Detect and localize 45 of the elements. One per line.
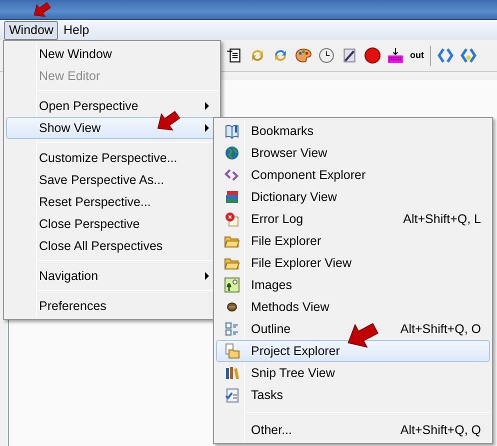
menu-item[interactable]: Snip Tree View [216, 362, 490, 384]
books-icon [224, 365, 240, 381]
menu-item[interactable]: Project Explorer [216, 340, 490, 362]
globe-icon [224, 145, 240, 161]
refresh-icon [272, 47, 289, 64]
outline-icon [224, 321, 240, 337]
submenu-caret-icon [205, 124, 209, 132]
clock-icon [318, 47, 335, 64]
code-brackets-icon [224, 167, 240, 183]
shortcut-text: Alt+Shift+Q, L [403, 210, 481, 228]
clipboard-icon [224, 387, 240, 403]
keyboard-icon [387, 47, 404, 64]
output-button[interactable]: out [410, 48, 424, 62]
menu-item[interactable]: File Explorer View [216, 252, 490, 274]
menu-item[interactable]: Open Perspective [6, 95, 218, 117]
sync-icon [249, 47, 266, 64]
document-icon [226, 47, 243, 64]
menu-item[interactable]: File Explorer [216, 230, 490, 252]
wand-icon [341, 47, 358, 64]
document-folder-icon [224, 343, 240, 359]
menu-item[interactable]: Component Explorer [216, 164, 490, 186]
menu-item[interactable]: Error Log Alt+Shift+Q, L [216, 208, 490, 230]
shortcut-text: Alt+Shift+Q, O [400, 320, 481, 338]
menu-bar-item[interactable]: Help [58, 20, 94, 40]
menu-bar-item[interactable]: Window [4, 20, 58, 40]
menu-item[interactable]: Other... Alt+Shift+Q, Q [216, 419, 490, 441]
error-icon [224, 211, 240, 227]
link-icon [437, 47, 454, 64]
shortcut-text: Alt+Shift+Q, Q [400, 422, 481, 439]
menu-item[interactable]: New Window [6, 43, 218, 65]
submenu-caret-icon [205, 102, 209, 110]
menu-item[interactable]: Outline Alt+Shift+Q, O [216, 318, 490, 340]
menu-item[interactable]: Tasks [216, 384, 490, 406]
image-icon [224, 277, 240, 293]
record-icon [364, 47, 381, 64]
menu-item[interactable]: Browser View [216, 142, 490, 164]
submenu-caret-icon [205, 272, 209, 280]
menu-item[interactable]: Methods View [216, 296, 490, 318]
book-icon [224, 123, 240, 139]
books-icon [224, 189, 240, 205]
palette-icon [295, 47, 312, 64]
link-star-icon [460, 47, 477, 64]
menu-item[interactable]: Bookmarks [216, 120, 490, 142]
menu-item[interactable]: Dictionary View [216, 186, 490, 208]
menu-item[interactable]: Images [216, 274, 490, 296]
